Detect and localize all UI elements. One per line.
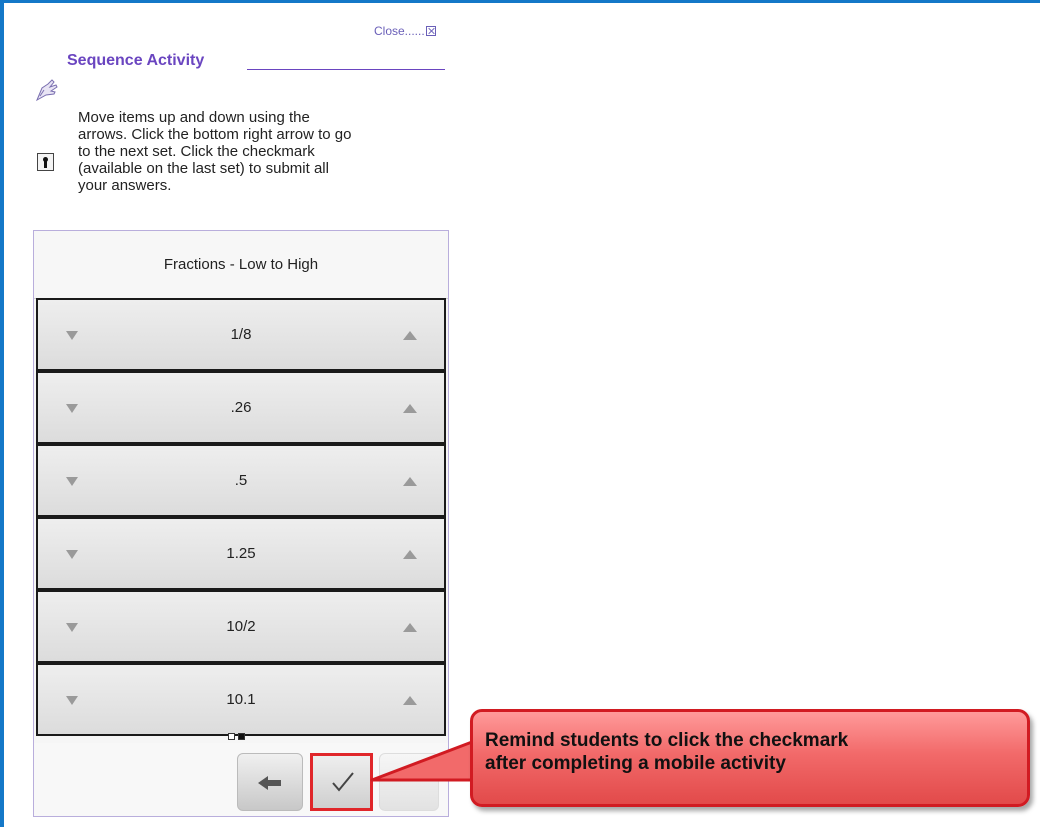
sequence-item[interactable]: 1/8: [36, 298, 446, 371]
annotation-callout: Remind students to click the checkmark a…: [375, 709, 1036, 819]
sequence-item-label: 1.25: [226, 545, 256, 562]
triangle-down-icon[interactable]: [66, 331, 78, 340]
frame-top-border: [0, 0, 1040, 3]
title-underline: [247, 69, 445, 70]
sequence-list: 1/8 .26 .5 1.25 10/2 10.1: [36, 298, 446, 736]
set-pager: [228, 733, 245, 740]
pager-dot-active[interactable]: [238, 733, 245, 740]
back-button[interactable]: [237, 753, 303, 811]
frame-left-border: [0, 0, 4, 827]
triangle-up-icon[interactable]: [403, 477, 417, 486]
triangle-down-icon[interactable]: [66, 696, 78, 705]
triangle-down-icon[interactable]: [66, 623, 78, 632]
triangle-down-icon[interactable]: [66, 550, 78, 559]
checkmark-icon: [332, 772, 354, 792]
keyhole-icon[interactable]: [37, 153, 54, 171]
sequence-item-label: 10/2: [226, 618, 256, 635]
activity-hand-icon: [35, 79, 58, 102]
set-title: Fractions - Low to High: [34, 231, 448, 299]
callout-text: Remind students to click the checkmark a…: [485, 730, 849, 774]
triangle-up-icon[interactable]: [403, 550, 417, 559]
triangle-up-icon[interactable]: [403, 331, 417, 340]
activity-title: Sequence Activity: [67, 52, 205, 69]
sequence-item-label: .5: [234, 472, 248, 489]
triangle-down-icon[interactable]: [66, 404, 78, 413]
close-link[interactable]: Close......: [374, 24, 436, 38]
sequence-item-label: 1/8: [230, 326, 252, 343]
triangle-down-icon[interactable]: [66, 477, 78, 486]
sequence-item-label: 10.1: [226, 691, 256, 708]
close-label[interactable]: Close......: [374, 24, 425, 38]
sequence-item[interactable]: .5: [36, 444, 446, 517]
sequence-item-label: .26: [230, 399, 252, 416]
sequence-item[interactable]: .26: [36, 371, 446, 444]
sequence-item[interactable]: 1.25: [36, 517, 446, 590]
instructions-text: Move items up and down using the arrows.…: [78, 109, 352, 194]
arrow-left-icon: [258, 776, 281, 790]
submit-checkmark-button[interactable]: [310, 753, 373, 811]
sequence-item[interactable]: 10/2: [36, 590, 446, 663]
triangle-up-icon[interactable]: [403, 623, 417, 632]
pager-dot[interactable]: [228, 733, 235, 740]
triangle-up-icon[interactable]: [403, 404, 417, 413]
triangle-up-icon[interactable]: [403, 696, 417, 705]
close-box-icon[interactable]: [425, 26, 436, 36]
